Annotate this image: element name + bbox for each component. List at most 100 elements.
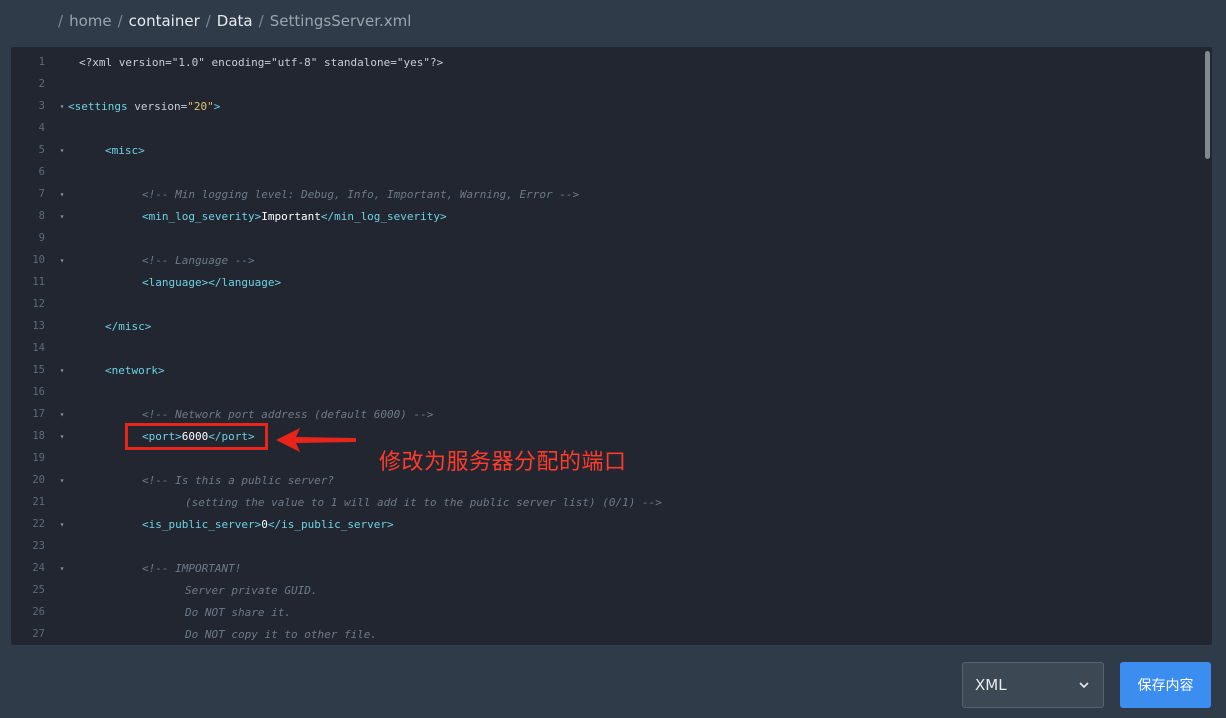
fold-toggle-icon[interactable]: ▾ [55, 564, 69, 573]
xml-declaration: <?xml version="1.0" encoding="utf-8" sta… [79, 55, 444, 69]
comment: Do NOT share it. [185, 605, 291, 619]
comment: <!-- Min logging level: Debug, Info, Imp… [142, 187, 580, 201]
code-text: <settings version="20"> [68, 100, 220, 113]
line-number: 10 [32, 254, 45, 266]
line-number: 1 [38, 56, 45, 68]
annotation-arrow-icon [276, 428, 356, 452]
code-line[interactable]: 3 ▾ <settings version="20"> [11, 95, 1212, 117]
line-number: 26 [32, 606, 45, 618]
code-text: </misc> [105, 320, 151, 333]
fold-toggle-icon[interactable]: ▾ [55, 190, 69, 199]
line-number: 15 [32, 364, 45, 376]
comment: (setting the value to 1 will add it to t… [185, 495, 662, 509]
code-line[interactable]: 13 </misc> [11, 315, 1212, 337]
code-line[interactable]: 1 <?xml version="1.0" encoding="utf-8" s… [11, 51, 1212, 73]
breadcrumb-separator: / [117, 12, 123, 30]
code-text: Server private GUID. [185, 584, 317, 597]
comment: Do NOT copy it to other file. [185, 627, 378, 641]
fold-toggle-icon[interactable]: ▾ [55, 212, 69, 221]
code-text: <?xml version="1.0" encoding="utf-8" sta… [79, 56, 443, 69]
code-text: <min_log_severity>Important</min_log_sev… [142, 210, 447, 223]
fold-toggle-icon[interactable]: ▾ [55, 432, 69, 441]
tag-open: <min_log_severity> [142, 209, 262, 223]
tag-close: </misc> [105, 319, 152, 333]
fold-toggle-icon[interactable]: ▾ [55, 366, 69, 375]
code-line[interactable]: 22 ▾ <is_public_server>0</is_public_serv… [11, 513, 1212, 535]
annotation-label: 修改为服务器分配的端口 [379, 450, 627, 475]
code-line[interactable]: 7 ▾ <!-- Min logging level: Debug, Info,… [11, 183, 1212, 205]
tag-text: 0 [261, 517, 268, 531]
code-line[interactable]: 10 ▾ <!-- Language --> [11, 249, 1212, 271]
code-text: Do NOT copy it to other file. [185, 628, 377, 641]
line-number: 23 [32, 540, 45, 552]
code-line[interactable]: 9 [11, 227, 1212, 249]
line-number: 5 [38, 144, 45, 156]
format-select[interactable]: XML [962, 662, 1104, 708]
line-number: 27 [32, 628, 45, 640]
code-text: <!-- Language --> [142, 254, 255, 267]
code-text: <misc> [105, 144, 145, 157]
code-line[interactable]: 23 [11, 535, 1212, 557]
fold-toggle-icon[interactable]: ▾ [55, 520, 69, 529]
code-text: Do NOT share it. [185, 606, 291, 619]
line-number: 19 [32, 452, 45, 464]
comment: <!-- IMPORTANT! [142, 561, 242, 575]
line-number: 11 [32, 276, 45, 288]
line-number: 3 [38, 100, 45, 112]
fold-toggle-icon[interactable]: ▾ [55, 476, 69, 485]
line-number: 14 [32, 342, 45, 354]
attribute-value: "20" [187, 99, 214, 113]
breadcrumb-container[interactable]: container [129, 12, 200, 30]
code-line[interactable]: 11 <language></language> [11, 271, 1212, 293]
code-line[interactable]: 21 (setting the value to 1 will add it t… [11, 491, 1212, 513]
code-editor[interactable]: 1 <?xml version="1.0" encoding="utf-8" s… [11, 47, 1212, 645]
port-highlight-box [125, 423, 268, 450]
line-number: 20 [32, 474, 45, 486]
tag-close: </is_public_server> [267, 517, 394, 531]
comment: Server private GUID. [185, 583, 318, 597]
line-number: 13 [32, 320, 45, 332]
code-line[interactable]: 16 [11, 381, 1212, 403]
code-text: <!-- IMPORTANT! [142, 562, 241, 575]
fold-toggle-icon[interactable]: ▾ [55, 256, 69, 265]
tag-close: > [213, 99, 221, 113]
breadcrumb-separator: / [58, 12, 64, 30]
line-number: 9 [38, 232, 45, 244]
code-text: <language></language> [142, 276, 281, 289]
code-line[interactable]: 15 ▾ <network> [11, 359, 1212, 381]
breadcrumb-home[interactable]: home [69, 12, 112, 30]
breadcrumb-data[interactable]: Data [217, 12, 253, 30]
code-text: <!-- Min logging level: Debug, Info, Imp… [142, 188, 579, 201]
code-text: (setting the value to 1 will add it to t… [185, 496, 662, 509]
attribute-name: version= [127, 99, 188, 113]
code-line[interactable]: 25 Server private GUID. [11, 579, 1212, 601]
code-line[interactable]: 6 [11, 161, 1212, 183]
fold-toggle-icon[interactable]: ▾ [55, 102, 69, 111]
code-line[interactable]: 26 Do NOT share it. [11, 601, 1212, 623]
fold-toggle-icon[interactable]: ▾ [55, 410, 69, 419]
code-line[interactable]: 24 ▾ <!-- IMPORTANT! [11, 557, 1212, 579]
comment: <!-- Is this a public server? [142, 473, 335, 487]
code-line[interactable]: 8 ▾ <min_log_severity>Important</min_log… [11, 205, 1212, 227]
code-line[interactable]: 5 ▾ <misc> [11, 139, 1212, 161]
code-line[interactable]: 2 [11, 73, 1212, 95]
code-text: <is_public_server>0</is_public_server> [142, 518, 394, 531]
code-line[interactable]: 12 [11, 293, 1212, 315]
line-number: 24 [32, 562, 45, 574]
line-number: 21 [32, 496, 45, 508]
save-button[interactable]: 保存内容 [1120, 662, 1211, 708]
line-number: 17 [32, 408, 45, 420]
code-line[interactable]: 17 ▾ <!-- Network port address (default … [11, 403, 1212, 425]
editor-scrollbar[interactable] [1205, 51, 1210, 159]
chevron-down-icon [1079, 682, 1089, 689]
tag-close: </min_log_severity> [320, 209, 447, 223]
code-line[interactable]: 4 [11, 117, 1212, 139]
line-number: 6 [38, 166, 45, 178]
code-line[interactable]: 14 [11, 337, 1212, 359]
fold-toggle-icon[interactable]: ▾ [55, 146, 69, 155]
tag-text: Important [261, 209, 321, 223]
code-line[interactable]: 27 Do NOT copy it to other file. [11, 623, 1212, 645]
line-number: 4 [38, 122, 45, 134]
line-number: 2 [38, 78, 45, 90]
code-text: <network> [105, 364, 165, 377]
